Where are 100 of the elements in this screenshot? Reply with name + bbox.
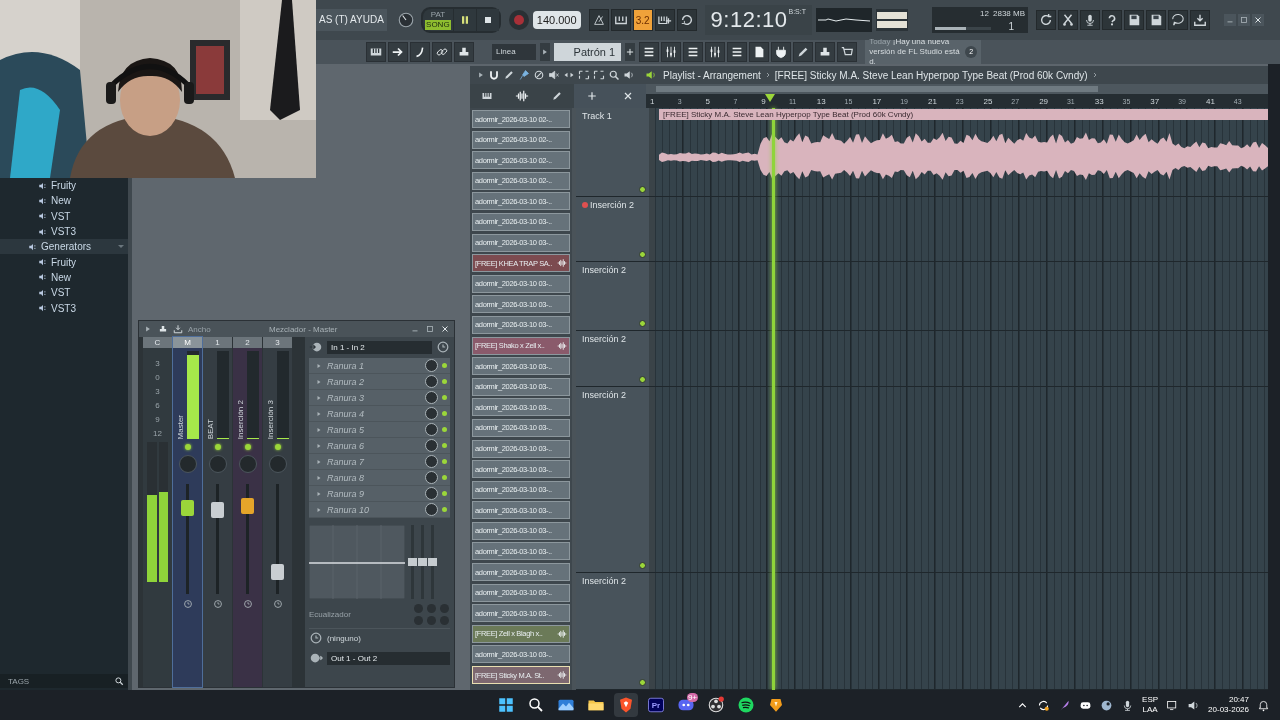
effect-slot[interactable]: Ranura 1: [309, 358, 450, 374]
mix-knob[interactable]: [425, 359, 438, 372]
slot-led[interactable]: [442, 395, 447, 400]
clock-icon[interactable]: [212, 599, 223, 609]
browser-folder[interactable]: Generators: [0, 239, 128, 255]
track-header[interactable]: Inserción 2: [576, 197, 655, 261]
pencil-icon[interactable]: [551, 90, 563, 102]
notification-bell-icon[interactable]: [1257, 698, 1270, 712]
counter-button[interactable]: 3.2: [632, 9, 653, 31]
slot-led[interactable]: [442, 491, 447, 496]
pattern-song-toggle[interactable]: PAT SONG: [422, 9, 453, 31]
close-button[interactable]: [1252, 14, 1264, 26]
language-indicator[interactable]: ESP LAA: [1142, 695, 1159, 715]
refresh-button[interactable]: [1036, 10, 1056, 30]
horizontal-scrollbar[interactable]: [646, 84, 1268, 94]
add-track-icon[interactable]: [586, 90, 598, 102]
download-button[interactable]: [1190, 10, 1210, 30]
stamp-button[interactable]: [454, 42, 474, 62]
sidechain-dropdown[interactable]: (ninguno): [327, 633, 361, 643]
volume-knob[interactable]: [396, 11, 415, 29]
mixer-button[interactable]: [661, 42, 682, 62]
speaker-tool[interactable]: [622, 68, 636, 82]
track-mute-led[interactable]: [639, 186, 646, 193]
slot-led[interactable]: [442, 443, 447, 448]
magnet-tool[interactable]: [487, 68, 501, 82]
list-button[interactable]: [683, 42, 704, 62]
eq-band-handle[interactable]: [408, 558, 417, 566]
mixer-strip[interactable]: 3 Inserción 3: [263, 337, 292, 687]
arrow-button[interactable]: [388, 42, 408, 62]
volume-fader[interactable]: [211, 502, 224, 519]
pattern-selector[interactable]: Patrón 1: [553, 43, 622, 61]
effect-slot[interactable]: Ranura 8: [309, 470, 450, 486]
track-header[interactable]: Inserción 2: [576, 262, 655, 330]
track-mute-led[interactable]: [639, 376, 646, 383]
slot-led[interactable]: [442, 459, 447, 464]
tempo-display[interactable]: 140.000: [532, 11, 581, 29]
waveform-icon[interactable]: [515, 89, 529, 103]
add-pattern-button[interactable]: [625, 43, 636, 61]
system-clock[interactable]: 20:47 20-03-2026: [1208, 695, 1249, 715]
sync-icon[interactable]: [1037, 698, 1051, 712]
menu-bar[interactable]: AS (T) AYUDA: [316, 9, 387, 31]
clock-icon[interactable]: [242, 599, 253, 609]
mix-knob[interactable]: [425, 439, 438, 452]
slot-led[interactable]: [442, 475, 447, 480]
track-mute-led[interactable]: [639, 320, 646, 327]
chat-taskbar-button[interactable]: 9+: [674, 693, 698, 717]
mixer-tool-icon[interactable]: [158, 324, 168, 334]
plug-button[interactable]: [771, 42, 792, 62]
mic-button[interactable]: [1080, 10, 1100, 30]
width-label[interactable]: Ancho: [188, 324, 264, 334]
strip-led[interactable]: [184, 444, 191, 450]
browser-item[interactable]: VST3: [0, 300, 128, 316]
browser-item[interactable]: VST: [0, 285, 128, 301]
search-tool[interactable]: [607, 68, 621, 82]
browser-item[interactable]: VST3: [0, 223, 128, 240]
mix-knob[interactable]: [425, 471, 438, 484]
maximize-button[interactable]: [425, 324, 435, 334]
save-button[interactable]: [1124, 10, 1144, 30]
metronome-button[interactable]: [588, 9, 609, 31]
mix-knob[interactable]: [425, 423, 438, 436]
slot-led[interactable]: [442, 507, 447, 512]
vertical-scrollbar[interactable]: [1268, 64, 1280, 690]
pencil-tool[interactable]: [502, 68, 516, 82]
list-button[interactable]: [639, 42, 660, 62]
breadcrumb-item[interactable]: Playlist - Arrangement: [661, 69, 763, 81]
snap-dropdown[interactable]: Linea: [492, 44, 536, 60]
brush-tool[interactable]: [517, 68, 531, 82]
search-icon[interactable]: [114, 676, 124, 686]
pencil-button[interactable]: [793, 42, 814, 62]
save-button[interactable]: [1146, 10, 1166, 30]
strip-led[interactable]: [214, 444, 221, 450]
mixer-strip[interactable]: 2 Inserción 2: [233, 337, 262, 687]
mute-tool[interactable]: [547, 68, 561, 82]
effect-slot[interactable]: Ranura 7: [309, 454, 450, 470]
track-mute-led[interactable]: [639, 679, 646, 686]
mix-knob[interactable]: [425, 503, 438, 516]
link-button[interactable]: [432, 42, 452, 62]
piano-button[interactable]: [366, 42, 386, 62]
output-dropdown[interactable]: Out 1 - Out 2: [327, 651, 450, 665]
pattern-prev-button[interactable]: [539, 43, 550, 61]
input-dropdown[interactable]: In 1 - In 2: [327, 340, 432, 354]
list-button[interactable]: [727, 42, 748, 62]
mix-knob[interactable]: [425, 407, 438, 420]
eq-graph[interactable]: [309, 525, 405, 599]
tags-field[interactable]: TAGS: [0, 674, 128, 688]
browser-item[interactable]: New: [0, 193, 128, 209]
select-tool[interactable]: [577, 68, 591, 82]
effect-slot[interactable]: Ranura 4: [309, 406, 450, 422]
track-mute-led[interactable]: [639, 562, 646, 569]
effect-slot[interactable]: Ranura 9: [309, 486, 450, 502]
help-button[interactable]: [1102, 10, 1122, 30]
track-header[interactable]: Inserción 2: [576, 331, 655, 386]
browser-item[interactable]: Fruity: [0, 254, 128, 270]
cart-button[interactable]: [837, 42, 858, 62]
eq-band-handle[interactable]: [418, 558, 427, 566]
cut-button[interactable]: [1058, 10, 1078, 30]
curve-button[interactable]: [410, 42, 430, 62]
mix-knob[interactable]: [425, 391, 438, 404]
slot-led[interactable]: [442, 379, 447, 384]
effect-slot[interactable]: Ranura 6: [309, 438, 450, 454]
